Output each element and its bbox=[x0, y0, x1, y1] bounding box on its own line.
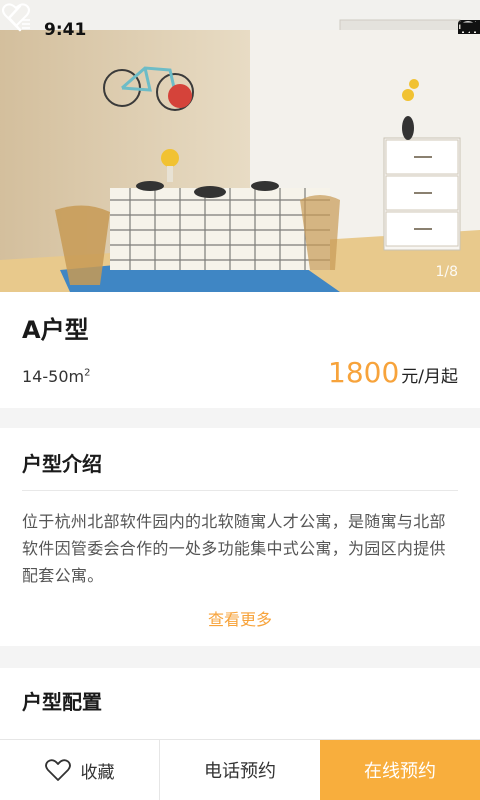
favorite-button[interactable]: 收藏 bbox=[0, 740, 160, 800]
favorite-list-icon[interactable] bbox=[0, 0, 32, 30]
unit-summary-card: A户型 14-50m2 1800 元/月起 bbox=[0, 292, 480, 408]
battery-icon bbox=[458, 20, 480, 34]
intro-section-title: 户型介绍 bbox=[22, 452, 102, 476]
hero-photo[interactable]: 9:41 1/8 bbox=[0, 0, 480, 292]
favorite-label: 收藏 bbox=[80, 762, 115, 783]
config-section-title: 户型配置 bbox=[22, 690, 102, 714]
online-booking-button[interactable]: 在线预约 bbox=[320, 740, 480, 800]
unit-title: A户型 bbox=[22, 316, 89, 344]
price-unit: 元/月起 bbox=[401, 367, 458, 387]
status-bar: 9:41 bbox=[0, 0, 480, 60]
intro-divider bbox=[22, 490, 458, 491]
status-time: 9:41 bbox=[44, 20, 87, 40]
unit-intro-card: 户型介绍 位于杭州北部软件园内的北软随寓人才公寓，是随寓与北部软件因管委会合作的… bbox=[0, 428, 480, 646]
unit-area: 14-50m2 bbox=[22, 367, 90, 386]
price-value: 1800 bbox=[328, 356, 400, 389]
unit-price: 1800 元/月起 bbox=[328, 356, 458, 389]
view-more-link[interactable]: 查看更多 bbox=[0, 606, 480, 630]
intro-text: 位于杭州北部软件园内的北软随寓人才公寓，是随寓与北部软件因管委会合作的一处多功能… bbox=[22, 512, 446, 585]
photo-counter: 1/8 bbox=[435, 264, 458, 280]
unit-area-superscript: 2 bbox=[84, 367, 91, 379]
heart-icon bbox=[44, 759, 71, 781]
unit-config-card: 户型配置 bbox=[0, 668, 480, 740]
bottom-action-bar: 收藏 电话预约 在线预约 bbox=[0, 739, 480, 800]
unit-area-value: 14-50m bbox=[22, 367, 85, 386]
phone-booking-button[interactable]: 电话预约 bbox=[160, 740, 320, 800]
